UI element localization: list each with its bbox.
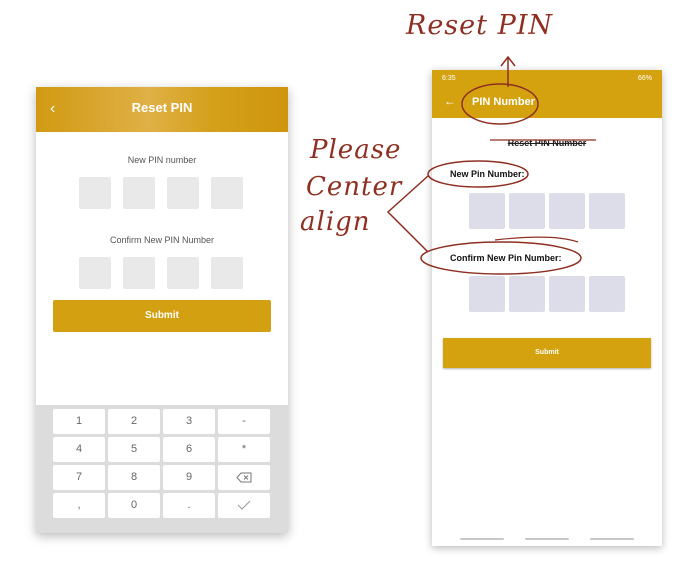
new-pin-label: New Pin Number: xyxy=(450,169,525,179)
confirm-pin-digit-4[interactable] xyxy=(211,257,243,289)
key-2[interactable]: 2 xyxy=(108,409,160,434)
new-pin-digit-3[interactable] xyxy=(167,177,199,209)
battery-status: 66% xyxy=(637,75,652,82)
confirm-pin-label: Confirm New PIN Number xyxy=(109,235,215,245)
check-icon xyxy=(237,500,251,510)
annotation-reset-pin: Reset PIN xyxy=(406,10,554,41)
arrow-left-icon[interactable]: ← xyxy=(444,94,456,108)
new-pin-digit-2[interactable] xyxy=(123,177,155,209)
backspace-icon xyxy=(236,472,252,483)
new-pin-digit-4[interactable] xyxy=(211,177,243,209)
new-pin-digit-2[interactable] xyxy=(509,193,545,229)
page-title: PIN Number xyxy=(472,96,535,108)
annotation-center: Center xyxy=(306,172,403,202)
app-header: ‹ Reset PIN xyxy=(36,87,288,132)
confirm-pin-digit-3[interactable] xyxy=(167,257,199,289)
new-pin-digit-4[interactable] xyxy=(589,193,625,229)
key-4[interactable]: 4 xyxy=(53,437,105,462)
confirm-pin-digit-3[interactable] xyxy=(549,276,585,312)
new-pin-digit-1[interactable] xyxy=(469,193,505,229)
key-1[interactable]: 1 xyxy=(53,409,105,434)
new-pin-digit-1[interactable] xyxy=(79,177,111,209)
key-6[interactable]: 6 xyxy=(163,437,215,462)
page-title: Reset PIN xyxy=(131,100,193,115)
confirm-pin-digit-1[interactable] xyxy=(79,257,111,289)
annotation-align: align xyxy=(300,207,371,237)
numeric-keypad: 1 2 3 - 4 5 6 * 7 8 9 , 0 . xyxy=(36,405,288,533)
key-9[interactable]: 9 xyxy=(163,465,215,490)
key-5[interactable]: 5 xyxy=(108,437,160,462)
key-comma[interactable]: , xyxy=(53,493,105,518)
submit-button[interactable]: Submit xyxy=(53,300,271,332)
key-7[interactable]: 7 xyxy=(53,465,105,490)
status-time: 6:35 xyxy=(442,75,456,82)
new-pin-label: New PIN number xyxy=(127,155,197,165)
key-backspace[interactable] xyxy=(218,465,270,490)
nav-bar-indicator xyxy=(525,538,569,540)
key-period[interactable]: . xyxy=(163,493,215,518)
nav-bar-indicator xyxy=(590,538,634,540)
pin-number-mockup-right: 6:35 66% ← PIN Number Reset PIN Number N… xyxy=(432,70,662,546)
app-header: 6:35 66% ← PIN Number xyxy=(432,70,662,118)
confirm-pin-label: Confirm New Pin Number: xyxy=(450,253,562,263)
key-0[interactable]: 0 xyxy=(108,493,160,518)
nav-bar-indicator xyxy=(460,538,504,540)
section-heading: Reset PIN Number xyxy=(507,138,587,148)
confirm-pin-digit-4[interactable] xyxy=(589,276,625,312)
key-3[interactable]: 3 xyxy=(163,409,215,434)
confirm-pin-digit-2[interactable] xyxy=(509,276,545,312)
key-done[interactable] xyxy=(218,493,270,518)
annotation-please: Please xyxy=(310,135,402,165)
submit-button[interactable]: Submit xyxy=(443,338,651,368)
key-8[interactable]: 8 xyxy=(108,465,160,490)
key-dash[interactable]: - xyxy=(218,409,270,434)
confirm-pin-digit-2[interactable] xyxy=(123,257,155,289)
new-pin-digit-3[interactable] xyxy=(549,193,585,229)
confirm-pin-digit-1[interactable] xyxy=(469,276,505,312)
key-asterisk[interactable]: * xyxy=(218,437,270,462)
reset-pin-mockup-left: ‹ Reset PIN New PIN number Confirm New P… xyxy=(36,87,288,533)
